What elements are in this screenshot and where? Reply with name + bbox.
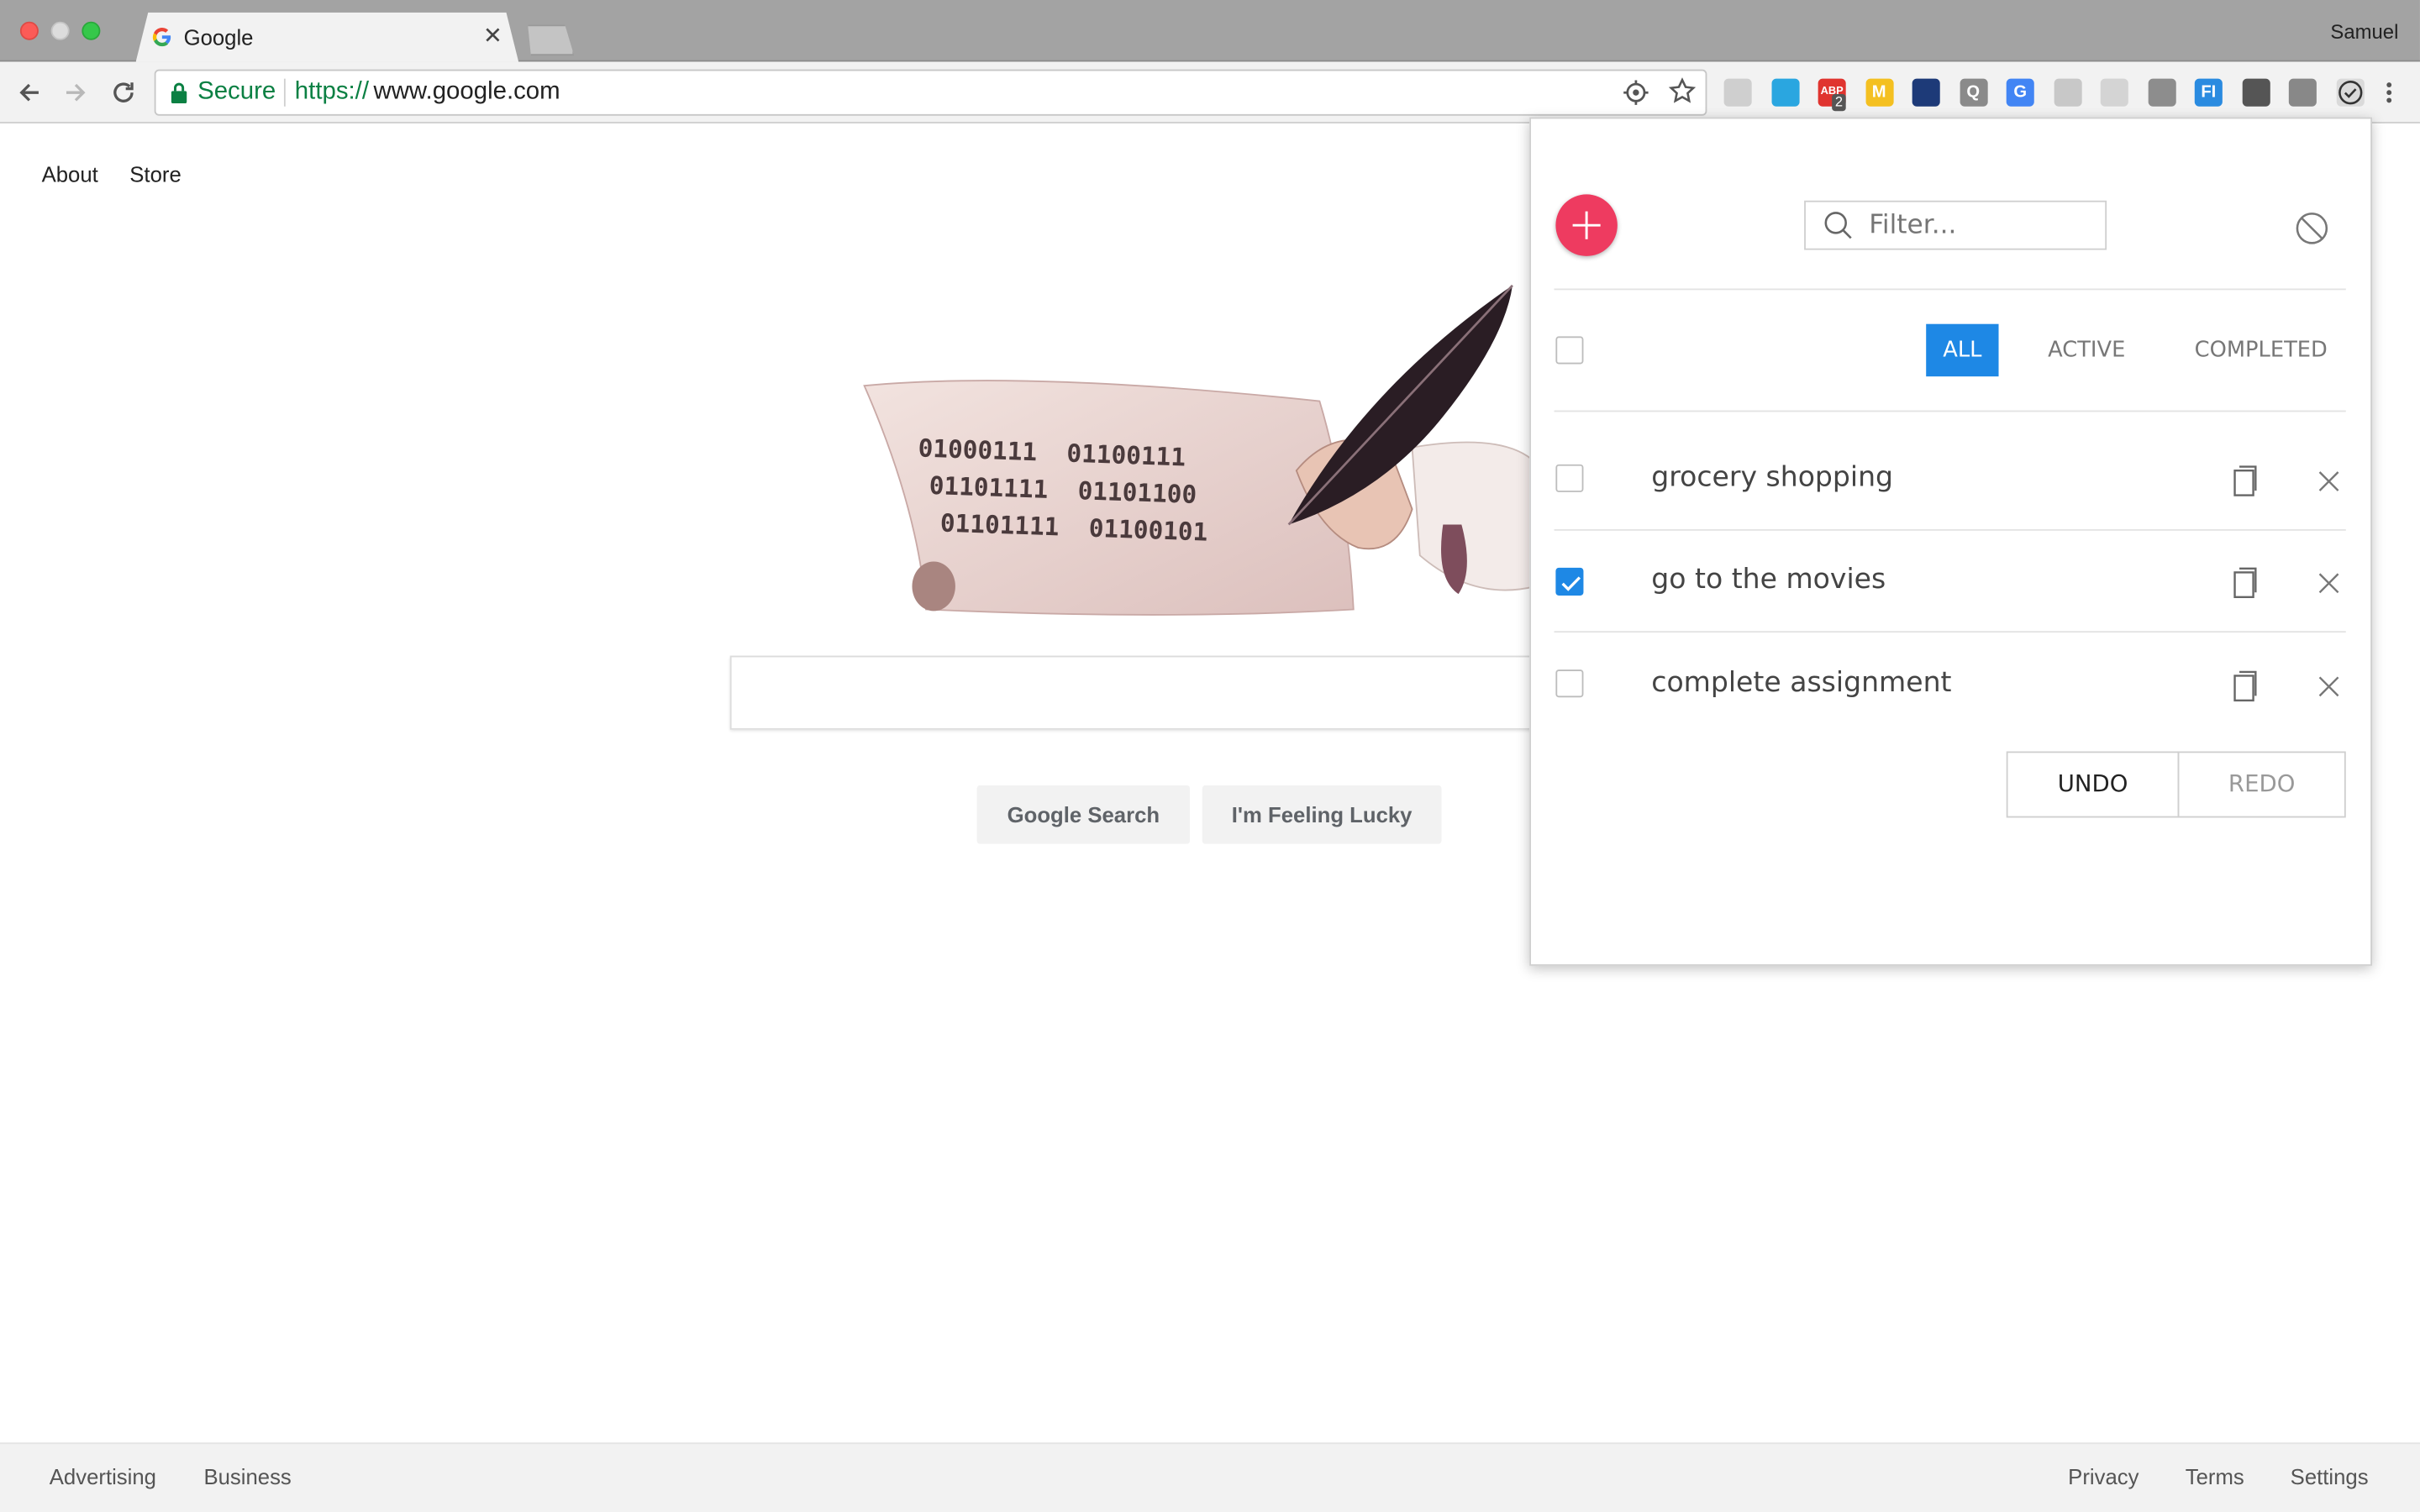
terms-link[interactable]: Terms xyxy=(2186,1464,2244,1488)
binary-word: 01101111 xyxy=(929,470,1049,505)
tab-title: Google xyxy=(183,24,254,50)
doodle-binary-text: 01000111 01100111 01101111 01101100 0110… xyxy=(915,430,1289,554)
grid-extension-icon[interactable] xyxy=(2053,78,2081,107)
target-extension-icon[interactable] xyxy=(2100,78,2128,107)
plus-icon xyxy=(1572,211,1601,239)
todo-checkbox-checked[interactable] xyxy=(1555,567,1584,596)
search-icon xyxy=(1823,210,1854,241)
filter-active-button[interactable]: ACTIVE xyxy=(2033,324,2141,376)
reload-icon[interactable] xyxy=(109,79,137,107)
divider xyxy=(1554,528,2346,531)
copy-icon[interactable] xyxy=(2232,465,2260,498)
url-scheme: https:// xyxy=(294,78,370,105)
copy-icon[interactable] xyxy=(2232,669,2260,703)
delete-icon[interactable] xyxy=(2317,675,2341,699)
profile-name[interactable]: Samuel xyxy=(2330,20,2398,44)
fi-extension-icon[interactable]: FI xyxy=(2194,78,2223,107)
secure-label[interactable]: Secure xyxy=(197,79,276,107)
swirl-extension-icon[interactable] xyxy=(1912,78,1940,107)
maximize-window-button[interactable] xyxy=(82,21,101,40)
google-extension-icon[interactable]: G xyxy=(2006,78,2034,107)
feeling-lucky-button[interactable]: I'm Feeling Lucky xyxy=(1202,785,1442,844)
address-divider xyxy=(283,78,286,107)
settings-link[interactable]: Settings xyxy=(2291,1464,2369,1488)
todo-text[interactable]: go to the movies xyxy=(1651,563,1886,596)
google-search-button[interactable]: Google Search xyxy=(976,785,1191,844)
divider xyxy=(1554,631,2346,633)
close-tab-icon[interactable]: ✕ xyxy=(483,22,502,50)
redo-button[interactable]: REDO xyxy=(2177,751,2346,818)
delete-icon[interactable] xyxy=(2317,469,2341,493)
todo-extension-icon[interactable] xyxy=(2335,78,2364,107)
binary-word: 01100111 xyxy=(1065,438,1186,472)
toggle-all-checkbox[interactable] xyxy=(1555,336,1584,365)
browser-menu-icon[interactable] xyxy=(2386,79,2392,107)
filter-input[interactable] xyxy=(1869,207,2098,244)
lock-icon xyxy=(170,81,188,104)
url-host: www.google.com xyxy=(373,78,560,105)
delete-icon[interactable] xyxy=(2317,571,2341,596)
about-link[interactable]: About xyxy=(42,162,98,186)
add-todo-button[interactable] xyxy=(1555,194,1618,256)
camera-extension-icon[interactable] xyxy=(2147,78,2175,107)
m-extension-icon[interactable]: M xyxy=(1865,78,1893,107)
todo-checkbox[interactable] xyxy=(1555,669,1584,698)
minimize-window-button[interactable] xyxy=(50,21,70,40)
google-favicon-icon xyxy=(151,26,173,48)
store-link[interactable]: Store xyxy=(129,162,181,186)
binary-word: 01100101 xyxy=(1088,513,1208,547)
checkmark-icon xyxy=(1561,576,1581,591)
filter-completed-button[interactable]: COMPLETED xyxy=(2176,324,2346,376)
forward-arrow-icon[interactable] xyxy=(61,79,89,107)
q-extension-icon[interactable]: Q xyxy=(1959,78,1987,107)
copy-icon[interactable] xyxy=(2232,566,2260,600)
location-target-icon[interactable] xyxy=(1622,79,1649,107)
grey-circle-extension-icon[interactable] xyxy=(1723,78,1752,107)
advertising-link[interactable]: Advertising xyxy=(50,1464,156,1488)
screenshot-extension-icon[interactable] xyxy=(2241,78,2270,107)
extension-badge: 2 xyxy=(1832,94,1846,112)
filter-all-button[interactable]: ALL xyxy=(1926,323,1999,377)
undo-button[interactable]: UNDO xyxy=(2006,751,2180,818)
close-window-button[interactable] xyxy=(19,21,39,40)
clear-completed-icon[interactable] xyxy=(2295,212,2328,245)
divider xyxy=(1554,288,2346,291)
settings-extension-icon[interactable] xyxy=(2288,78,2317,107)
todo-checkbox[interactable] xyxy=(1555,464,1584,492)
bookmark-star-icon[interactable] xyxy=(1668,77,1697,105)
binary-word: 01101100 xyxy=(1077,475,1197,510)
divider xyxy=(1554,410,2346,412)
todo-text[interactable]: grocery shopping xyxy=(1651,461,1893,494)
privacy-link[interactable]: Privacy xyxy=(2068,1464,2139,1488)
window-extension-icon[interactable] xyxy=(1770,78,1799,107)
binary-word: 01000111 xyxy=(918,433,1038,467)
todo-text[interactable]: complete assignment xyxy=(1651,666,1951,699)
page-footer xyxy=(0,1442,2420,1512)
back-arrow-icon[interactable] xyxy=(15,79,43,107)
google-search-input[interactable] xyxy=(729,655,1564,730)
binary-word: 01101111 xyxy=(939,507,1060,542)
business-link[interactable]: Business xyxy=(203,1464,291,1488)
